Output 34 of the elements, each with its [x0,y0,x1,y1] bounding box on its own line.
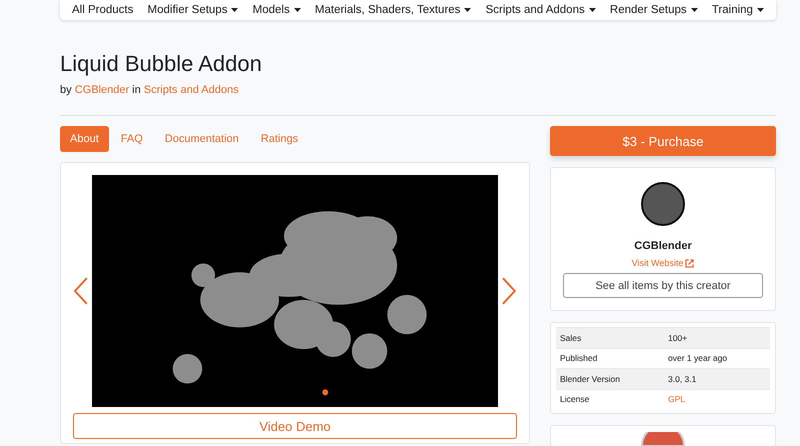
avatar [641,182,685,226]
tab[interactable]: Ratings [250,126,308,152]
nav-link[interactable]: Training [712,0,764,20]
tab[interactable]: Documentation [154,126,249,152]
detail-value: 100+ [668,332,688,343]
nav-link[interactable]: Scripts and Addons [486,0,596,20]
nav-link[interactable]: All Products [72,0,134,20]
external-link-icon [685,258,694,268]
video-demo-button[interactable]: Video Demo [73,413,517,439]
nav-link[interactable]: Models [252,0,301,20]
tab[interactable]: FAQ [110,126,153,152]
category-link[interactable]: Scripts and Addons [144,84,239,96]
carousel-indicator[interactable] [322,389,328,396]
tab[interactable]: About [60,126,109,152]
byline: by CGBlender in Scripts and Addons [60,83,240,97]
website-link[interactable]: Visit Website [632,258,694,268]
nav-link[interactable]: Modifier Setups [148,0,238,20]
page-title: Liquid Bubble Addon [60,51,263,77]
detail-value: over 1 year ago [668,353,728,364]
detail-label: Published [560,353,598,364]
logo-drawing [640,432,686,446]
creator-name: CGBlender [634,240,692,252]
purchase-button[interactable]: $3 - Purchase [550,126,776,156]
chevron-left-icon[interactable] [73,277,89,305]
author-link[interactable]: CGBlender [74,84,130,96]
detail-label: Blender Version [560,374,622,384]
nav-link[interactable]: Render Setups [610,0,698,20]
detail-label: Sales [560,332,582,343]
detail-label: License [560,394,590,404]
license-link[interactable]: GPL [668,394,686,404]
nav-link[interactable]: Materials, Shaders, Textures [314,0,472,20]
detail-value: 3.0, 3.1 [668,374,696,384]
chevron-right-icon[interactable] [501,277,517,305]
all-items-button[interactable]: See all items by this creator [563,273,763,298]
